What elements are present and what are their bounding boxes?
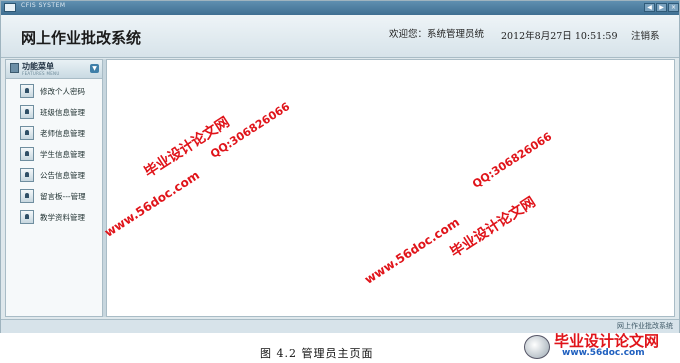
figure-caption: 图 4.2 管理员主页面: [260, 347, 374, 360]
user-icon: [20, 189, 34, 203]
close-icon[interactable]: ×: [668, 3, 679, 12]
sidebar-item-label: 留言板---管理: [40, 192, 86, 201]
main-content: [106, 59, 675, 317]
function-menu-sidebar: 功能菜单 FEATURES MENU ▼ 修改个人密码 班级信息管理 老师信息管…: [5, 59, 103, 317]
page-header: 网上作业批改系统 欢迎您：系统管理员统 2012年8月27日 10:51:59 …: [1, 15, 679, 58]
app-window: CFIS SYSTEM ◀ ▶ × 网上作业批改系统 欢迎您：系统管理员统 20…: [0, 0, 680, 333]
menu-icon: [10, 63, 19, 73]
sidebar-item-label: 学生信息管理: [40, 150, 85, 159]
user-icon: [20, 126, 34, 140]
user-icon: [20, 168, 34, 182]
welcome-text: 欢迎您：系统管理员统: [389, 29, 485, 40]
sidebar-item-class-info[interactable]: 班级信息管理: [18, 103, 102, 124]
user-icon: [20, 84, 34, 98]
sidebar-item-label: 修改个人密码: [40, 87, 85, 96]
menu-header: 功能菜单 FEATURES MENU ▼: [6, 60, 102, 79]
sidebar-item-label: 公告信息管理: [40, 171, 85, 180]
page-title: 网上作业批改系统: [21, 29, 142, 47]
sidebar-item-change-password[interactable]: 修改个人密码: [18, 82, 102, 103]
logout-link[interactable]: 注销系: [631, 28, 660, 42]
sidebar-item-announcements[interactable]: 公告信息管理: [18, 166, 102, 187]
user-icon: [20, 147, 34, 161]
forward-icon[interactable]: ▶: [656, 3, 667, 12]
window-titlebar: CFIS SYSTEM ◀ ▶ ×: [1, 1, 679, 15]
sidebar-item-teacher-info[interactable]: 老师信息管理: [18, 124, 102, 145]
collapse-icon[interactable]: ▼: [90, 64, 99, 73]
menu-subtitle: FEATURES MENU: [22, 71, 60, 76]
sidebar-item-teaching-materials[interactable]: 教学资料管理: [18, 208, 102, 229]
logo-url: www.56doc.com: [562, 348, 645, 358]
sidebar-item-student-info[interactable]: 学生信息管理: [18, 145, 102, 166]
sidebar-item-label: 老师信息管理: [40, 129, 85, 138]
back-icon[interactable]: ◀: [644, 3, 655, 12]
menu-list: 修改个人密码 班级信息管理 老师信息管理 学生信息管理 公告信息管理 留言板--…: [18, 82, 102, 229]
sidebar-item-label: 班级信息管理: [40, 108, 85, 117]
sidebar-item-label: 教学资料管理: [40, 213, 85, 222]
user-icon: [20, 210, 34, 224]
site-logo: 毕业设计论文网 www.56doc.com: [522, 331, 672, 361]
sidebar-item-message-board[interactable]: 留言板---管理: [18, 187, 102, 208]
window-app-icon: [4, 3, 16, 12]
datetime-display: 2012年8月27日 10:51:59: [501, 31, 618, 42]
user-icon: [20, 105, 34, 119]
globe-icon: [524, 335, 550, 359]
window-title: CFIS SYSTEM: [21, 2, 66, 9]
